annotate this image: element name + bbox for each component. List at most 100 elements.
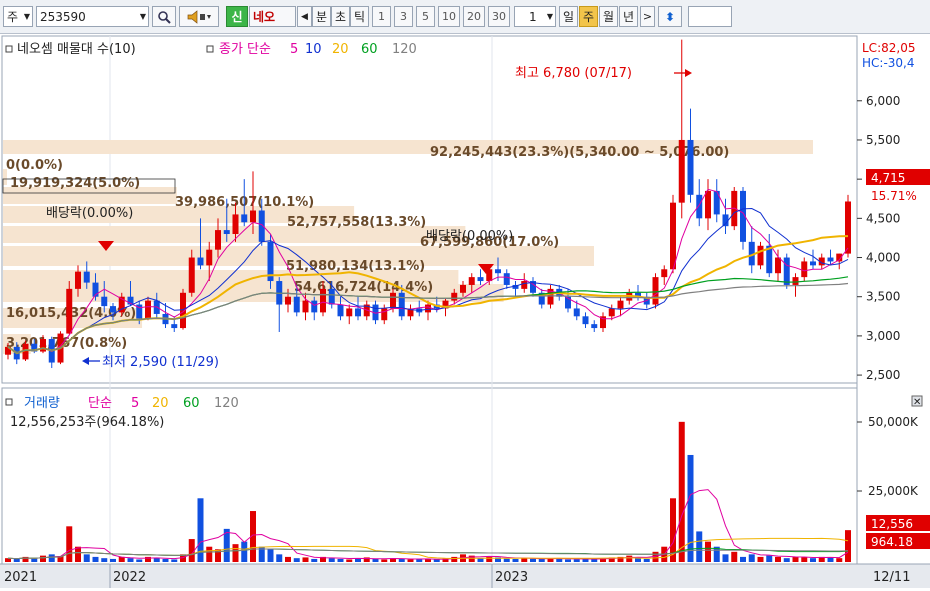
chevron-down-icon: ▼: [546, 12, 553, 21]
volume-bar: [722, 554, 729, 562]
volume-bar: [127, 558, 134, 562]
candle-body: [337, 304, 344, 317]
monthly-button[interactable]: 월: [599, 6, 618, 27]
yearly-button[interactable]: 년: [619, 6, 638, 27]
stock-name-field[interactable]: 네오: [249, 6, 296, 27]
volume-bar: [407, 559, 414, 562]
candle-body: [775, 257, 781, 274]
candle-body: [285, 296, 291, 305]
new-listing-badge[interactable]: 신: [226, 6, 248, 27]
period-5-button[interactable]: 5: [416, 6, 435, 27]
volume-bar: [398, 558, 405, 562]
volume-bar: [573, 559, 580, 562]
period-10-button[interactable]: 10: [438, 6, 460, 27]
daily-label: 일: [562, 10, 575, 24]
candle-body: [355, 308, 361, 317]
updown-button[interactable]: ⬍: [658, 6, 682, 27]
vol-y-tick: 50,000K: [868, 415, 919, 429]
new-badge-label: 신: [231, 10, 243, 24]
stock-code-input[interactable]: 253590 ▼: [36, 6, 149, 27]
candle-body: [451, 292, 458, 301]
candle-body: [241, 214, 248, 223]
x-axis-label: 12/11: [873, 570, 910, 585]
price-panel-title: 네오셈 매물대 수(10): [17, 42, 136, 57]
volume-bar: [757, 556, 764, 562]
period-1-button[interactable]: 1: [372, 6, 391, 27]
volume-bar: [792, 556, 799, 562]
yearly-label: 년: [622, 10, 635, 24]
volume-bar: [311, 558, 318, 562]
volume-bar: [731, 551, 738, 562]
volume-bar: [740, 556, 746, 562]
volume-bar: [766, 555, 773, 562]
ma-10-legend: 10: [305, 42, 322, 57]
chart-area[interactable]: 92,245,443(23.3%)(5,340.00 ~ 5,076.00) 0(…: [0, 34, 930, 588]
candle-body: [801, 261, 808, 278]
candle-body: [810, 261, 816, 266]
market-select[interactable]: 주 ▼: [3, 6, 33, 27]
chart-svg[interactable]: 92,245,443(23.3%)(5,340.00 ~ 5,076.00)0(…: [0, 34, 930, 588]
candle-body: [678, 139, 685, 203]
volume-profile-label: 52,757,558(13.3%): [287, 215, 426, 230]
up-down-arrow-icon: ⬍: [664, 9, 676, 24]
extra-input[interactable]: [688, 6, 732, 27]
candle-body: [101, 296, 108, 307]
volume-bar: [626, 555, 633, 562]
candle-body: [845, 201, 851, 254]
weekly-label: 주: [582, 10, 595, 24]
speaker-icon: [187, 9, 211, 24]
hc-label: HC:-30,4: [862, 56, 915, 70]
candle-body: [206, 249, 213, 266]
volume-bar: [171, 559, 178, 562]
period-label: 3: [400, 10, 407, 23]
candle-body: [328, 288, 335, 305]
volume-bar: [346, 559, 353, 562]
ma-legend-label: 종가 단순: [219, 42, 271, 57]
period-count-input[interactable]: 1 ▼: [514, 6, 556, 27]
second-label: 초: [334, 10, 347, 24]
stock-name-value: 네오: [253, 10, 276, 24]
candle-body: [696, 194, 703, 219]
candle-body: [398, 292, 405, 317]
candle-body: [503, 273, 510, 285]
weekly-button[interactable]: 주: [579, 6, 598, 27]
second-button[interactable]: 초: [331, 6, 350, 27]
candle-body: [705, 190, 711, 219]
tick-button[interactable]: 틱: [350, 6, 369, 27]
candle-body: [145, 300, 151, 319]
volume-bar: [162, 558, 169, 562]
candle-body: [591, 324, 598, 329]
search-button[interactable]: [152, 6, 176, 27]
daily-button[interactable]: 일: [559, 6, 578, 27]
candle-body: [171, 324, 178, 329]
candle-body: [670, 202, 676, 270]
legend-square-icon: [5, 398, 13, 406]
y-tick-label: 2,500: [866, 368, 900, 382]
stock-code-value: 253590: [40, 9, 86, 24]
candle-body: [250, 210, 256, 223]
market-select-value: 주: [7, 10, 19, 24]
next-button[interactable]: >: [640, 6, 655, 27]
period-count-value: 1: [529, 9, 537, 24]
chart-toolbar: 주 ▼ 253590 ▼ 신 네오 ◀ 분 초 틱 1 3 5 10 20 30…: [0, 0, 930, 34]
volume-bar: [530, 558, 536, 562]
candle-body: [792, 277, 799, 285]
candle-body: [381, 308, 388, 321]
period-3-button[interactable]: 3: [394, 6, 413, 27]
volume-bar: [783, 558, 790, 562]
volume-bar: [705, 541, 711, 562]
volume-bar: [845, 530, 851, 562]
period-30-button[interactable]: 30: [488, 6, 510, 27]
candle-body: [617, 300, 624, 309]
candle-body: [75, 271, 81, 289]
volume-profile-label: 0(0.0%): [6, 158, 63, 173]
prev-period-button[interactable]: ◀: [297, 6, 312, 27]
close-icon[interactable]: ✕: [913, 397, 921, 408]
period-20-button[interactable]: 20: [463, 6, 485, 27]
minute-button[interactable]: 분: [312, 6, 331, 27]
ma-20-legend: 20: [332, 42, 349, 57]
sound-button[interactable]: [179, 6, 219, 27]
candle-body: [757, 245, 764, 266]
ma-120-legend: 120: [392, 42, 417, 57]
tick-label: 틱: [353, 10, 366, 24]
